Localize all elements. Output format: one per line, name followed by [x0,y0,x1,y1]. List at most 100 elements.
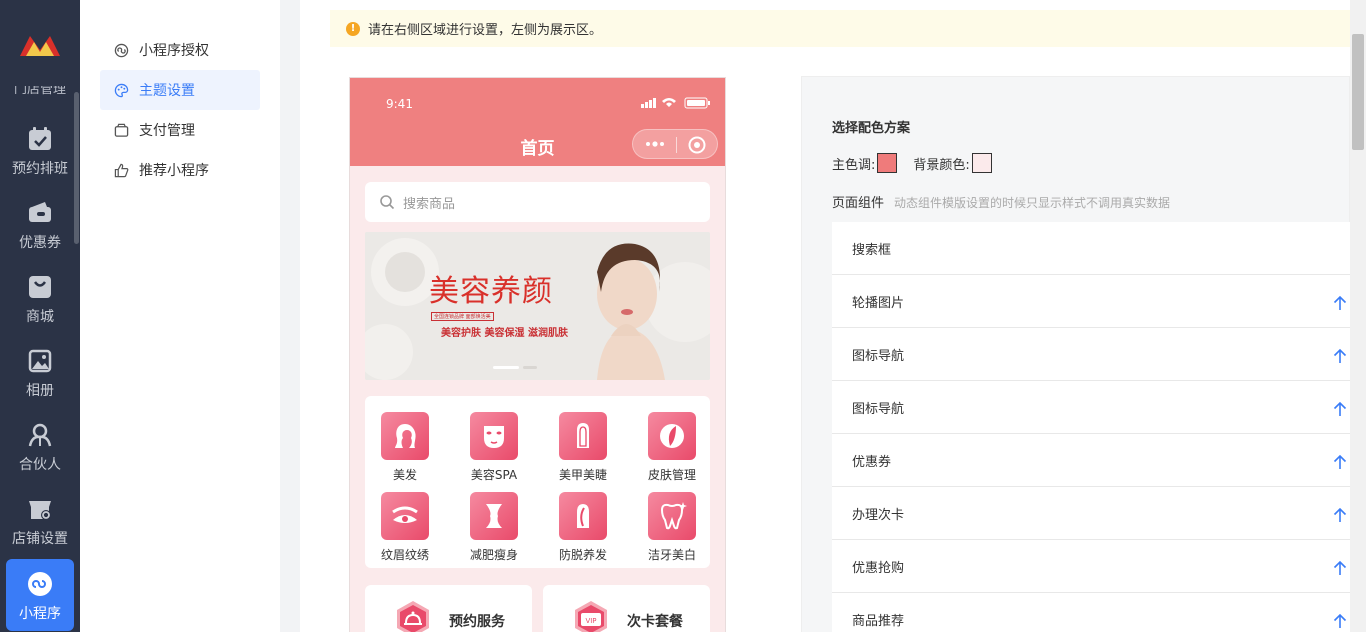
component-item-icon-nav[interactable]: 图标导航 [832,328,1351,381]
body-slim-icon [486,504,502,528]
rail-item-album[interactable]: 相册 [0,348,80,418]
component-label: 搜索框 [852,242,892,258]
nav-item-label: 纹眉纹绣 [380,548,429,562]
sub-item-authorize[interactable]: 小程序授权 [100,30,260,70]
calendar-check-icon [29,127,51,150]
rail-item-store-settings[interactable]: 店铺设置 [0,496,80,566]
search-placeholder: 搜索商品 [403,196,456,212]
component-item-coupon[interactable]: 优惠券 [832,434,1351,487]
store-settings-icon [29,501,51,520]
nav-item-label: 防脱养发 [558,548,607,562]
sub-item-payment[interactable]: 支付管理 [100,110,260,150]
nav-item-spa[interactable]: 美容SPA [454,412,534,492]
nav-item-skin[interactable]: 皮肤管理 [632,412,712,492]
service-card-pass[interactable]: VIP 次卡套餐 [543,585,710,632]
components-label: 页面组件 [832,196,885,211]
sub-item-theme[interactable]: 主题设置 [100,70,260,110]
main-nav-rail: 门店管理 预约排班 优惠券 商城 相册 合伙人 店铺设置 小程序 [0,0,80,632]
component-item-search[interactable]: 搜索框 [832,222,1351,275]
nav-item-label: 美发 [392,468,417,482]
component-item-carousel[interactable]: 轮播图片 [832,275,1351,328]
rail-item-label: 小程序 [19,606,61,622]
move-up-arrow-icon[interactable] [1333,295,1347,311]
rail-item-mini-program[interactable]: 小程序 [6,559,74,631]
component-label: 商品推荐 [852,613,905,629]
close-target-icon[interactable] [688,136,706,154]
search-icon [380,195,395,210]
payment-icon [114,123,129,137]
nav-item-label: 减肥瘦身 [469,548,518,562]
warning-icon: ! [346,21,360,36]
sub-item-label: 支付管理 [139,123,195,139]
banner-subtitle: 美容护肤 美容保湿 滋润肌肤 [441,328,568,339]
hair-icon [395,424,416,448]
rail-item-mall[interactable]: 商城 [0,274,80,344]
component-label: 轮播图片 [852,295,905,311]
nail-icon [577,423,589,448]
rail-item-label: 预约排班 [12,161,68,177]
eyebrow-icon [392,506,418,523]
nav-item-label: 皮肤管理 [647,468,696,482]
phone-search-box[interactable]: 搜索商品 [365,182,710,222]
rail-item-label: 优惠券 [19,235,61,251]
component-item-flash-sale[interactable]: 优惠抢购 [832,540,1351,593]
page-scrollbar-thumb[interactable] [1352,34,1364,150]
svg-text:VIP: VIP [585,617,596,625]
component-label: 办理次卡 [852,507,905,523]
move-up-arrow-icon[interactable] [1333,401,1347,417]
rail-item-label: 店铺设置 [12,531,68,547]
rail-item-coupon[interactable]: 优惠券 [0,200,80,270]
color-scheme-title: 选择配色方案 [832,121,911,136]
component-item-icon-nav-2[interactable]: 图标导航 [832,381,1351,434]
service-label: 次卡套餐 [627,614,683,630]
more-dots-icon[interactable] [645,139,665,149]
rail-item-label: 商城 [26,309,54,325]
nav-item-hair[interactable]: 美发 [365,412,445,492]
nav-item-slim[interactable]: 减肥瘦身 [454,492,534,572]
phone-header: 9:41 首页 [350,78,725,166]
brand-logo [20,36,60,56]
notice-bar: ! 请在右侧区域进行设置，左侧为展示区。 [330,10,1350,47]
move-up-arrow-icon[interactable] [1333,348,1347,364]
sub-item-recommend[interactable]: 推荐小程序 [100,150,260,190]
move-up-arrow-icon[interactable] [1333,560,1347,576]
thumbs-up-icon [114,163,129,177]
rail-item-partner[interactable]: 合伙人 [0,422,80,492]
rail-item-schedule[interactable]: 预约排班 [0,126,80,196]
photo-album-icon [28,349,52,373]
capsule-menu[interactable] [632,129,718,159]
rail-item-label: 相册 [26,383,54,399]
nav-item-teeth[interactable]: 洁牙美白 [632,492,712,572]
move-up-arrow-icon[interactable] [1333,507,1347,523]
component-label: 优惠抢购 [852,560,905,576]
nav-item-hair-loss[interactable]: 防脱养发 [543,492,623,572]
banner-carousel[interactable]: 美容养颜 全国连锁品牌 面部焕活美 美容护肤 美容保湿 滋润肌肤 [365,232,710,380]
sub-item-label: 推荐小程序 [139,163,209,179]
page-scrollbar[interactable] [1350,0,1366,632]
rail-item-label: 合伙人 [19,457,61,473]
nav-item-nails[interactable]: 美甲美睫 [543,412,623,492]
bg-color-swatch[interactable] [971,153,992,173]
wallet-icon [29,202,51,222]
sub-item-label: 主题设置 [139,83,195,99]
component-item-pass-card[interactable]: 办理次卡 [832,487,1351,540]
color-settings-row: 主色调: 背景颜色: [832,153,1008,173]
banner-title: 美容养颜 [429,274,553,309]
main-color-swatch[interactable] [877,153,898,173]
component-label: 图标导航 [852,401,905,417]
status-time: 9:41 [386,97,413,111]
components-list: 搜索框 轮播图片 图标导航 图标导航 优惠券 办理次卡 优惠抢购 商品推荐 [832,222,1351,632]
service-card-booking[interactable]: 预约服务 [365,585,532,632]
rail-item-store-manage-label[interactable]: 门店管理 [0,86,80,100]
sub-item-label: 小程序授权 [139,43,209,59]
main-color-label: 主色调: [832,157,876,173]
bg-color-label: 背景颜色: [913,157,970,173]
icon-nav-grid: 美发 美容SPA 美甲美睫 皮肤管理 纹眉纹绣 减肥瘦身 防脱养发 洁牙美白 [365,396,710,568]
skin-care-icon [660,424,684,448]
sub-menu: 小程序授权 主题设置 支付管理 推荐小程序 [80,0,280,632]
move-up-arrow-icon[interactable] [1333,613,1347,629]
move-up-arrow-icon[interactable] [1333,454,1347,470]
component-item-products[interactable]: 商品推荐 [832,593,1351,632]
components-hint: 动态组件模版设置的时候只显示样式不调用真实数据 [894,196,1171,210]
nav-item-brow[interactable]: 纹眉纹绣 [365,492,445,572]
